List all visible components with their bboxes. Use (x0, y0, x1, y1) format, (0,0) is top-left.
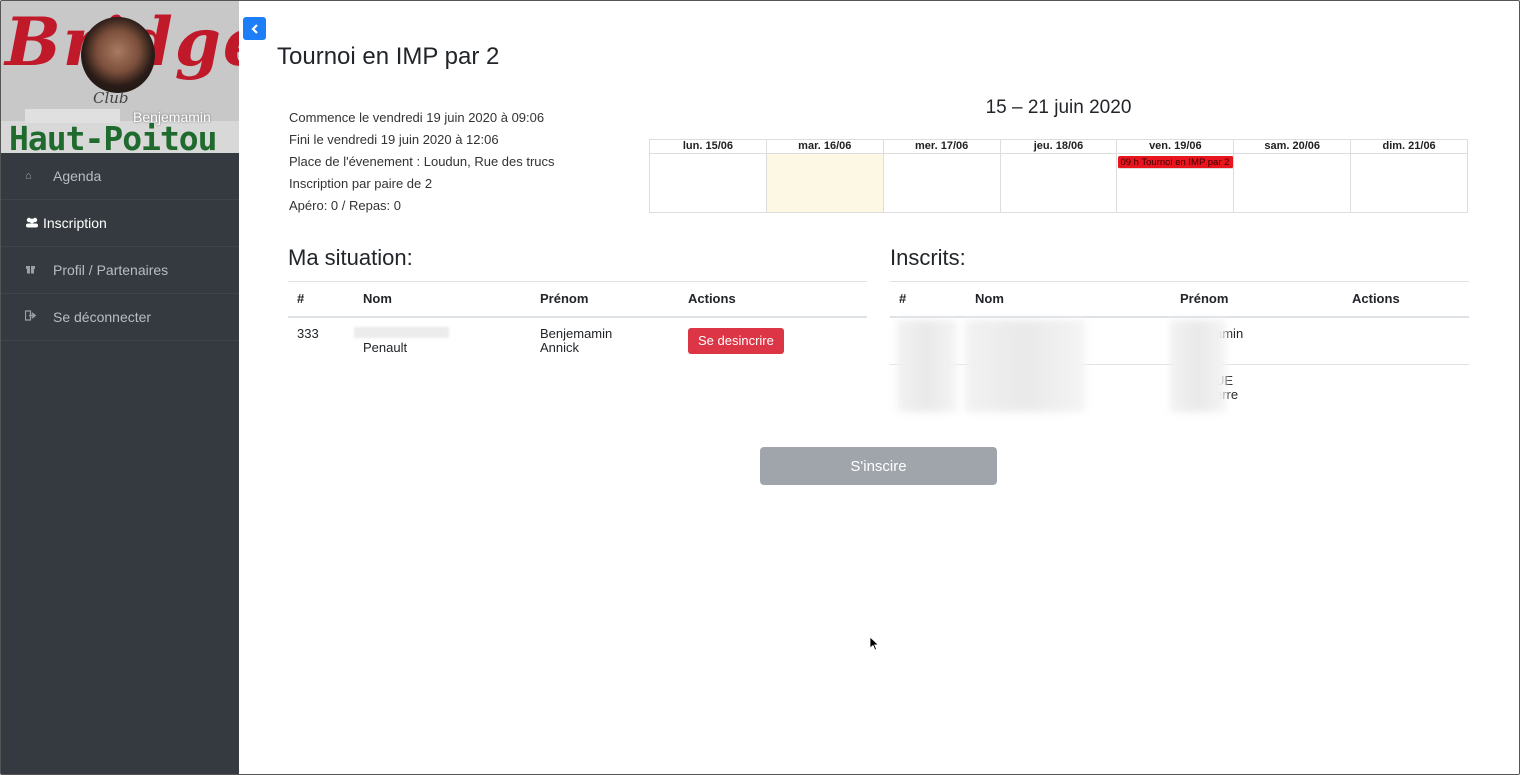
sidebar-item-label: Profil / Partenaires (53, 262, 169, 278)
event-info: Commence le vendredi 19 juin 2020 à 09:0… (289, 108, 555, 218)
users-icon (25, 216, 43, 231)
col-actions: Actions (1343, 281, 1469, 318)
calendar-header: lun. 15/06 mar. 16/06 mer. 17/06 jeu. 18… (650, 140, 1469, 154)
calendar-day-header: sam. 20/06 (1234, 140, 1352, 154)
event-pairs: Inscription par paire de 2 (289, 176, 433, 191)
sign-out-icon (24, 310, 53, 324)
se-desinscrire-button[interactable]: Se desincrire (688, 327, 784, 354)
cell-num: 333 (297, 325, 319, 341)
sidebar-item-label: Se déconnecter (53, 309, 152, 325)
calendar-day-header: mer. 17/06 (883, 140, 1001, 154)
page-title: Tournoi en IMP par 2 (277, 43, 500, 70)
week-calendar: lun. 15/06 mar. 16/06 mer. 17/06 jeu. 18… (649, 139, 1469, 213)
club-logo: Bridge Club Haut-Poitou Benjemamin (1, 1, 239, 153)
ma-situation-table: # Nom Prénom Actions 333 Penault Benjema… (288, 281, 867, 365)
calendar-body: 09 h Tournoi en IMP par 2 (650, 154, 1469, 213)
prenom-1: Benjemamin (540, 325, 613, 341)
mouse-cursor-icon (870, 637, 880, 651)
calendar-title: 15 – 21 juin 2020 (985, 97, 1132, 118)
calendar-day-header: jeu. 18/06 (1000, 140, 1118, 154)
col-prenom: Prénom (1171, 281, 1343, 318)
user-name: Benjemamin (133, 109, 211, 125)
sidebar-item-profil[interactable]: Profil / Partenaires (1, 247, 239, 294)
sidebar-item-label: Inscription (43, 215, 107, 231)
calendar-event[interactable]: 09 h Tournoi en IMP par 2 (1118, 156, 1235, 169)
ma-situation-title: Ma situation: (288, 245, 413, 270)
col-prenom: Prénom (531, 281, 679, 318)
event-start: Commence le vendredi 19 juin 2020 à 09:0… (289, 110, 545, 125)
collapse-sidebar-button[interactable] (243, 17, 266, 40)
redacted-num (897, 320, 957, 412)
calendar-day-cell[interactable] (1234, 154, 1352, 213)
cell-nom: Penault (354, 317, 531, 365)
cell-actions: Se desincrire (679, 317, 867, 365)
redacted-prenom (1170, 320, 1226, 412)
calendar-day-header: dim. 21/06 (1351, 140, 1469, 154)
sidebar-item-logout[interactable]: Se déconnecter (1, 294, 239, 341)
sidebar-item-label: Agenda (53, 168, 102, 184)
event-apero: Apéro: 0 / Repas: 0 (289, 198, 402, 213)
col-num: # (890, 281, 966, 318)
sidebar-item-inscription[interactable]: Inscription (1, 200, 239, 247)
logo-club-text: Club (93, 89, 129, 107)
event-place: Place de l'évenement : Loudun, Rue des t… (289, 154, 555, 169)
event-end: Fini le vendredi 19 juin 2020 à 12:06 (289, 132, 499, 147)
redacted-lastname (25, 109, 120, 123)
calendar-day-cell[interactable] (1351, 154, 1469, 213)
chevron-left-icon (250, 23, 258, 34)
calendar-day-header: ven. 19/06 (1117, 140, 1235, 154)
gift-icon (25, 263, 53, 277)
prenom-2: Annick (540, 339, 580, 355)
nom-partner: Penault (363, 339, 408, 355)
col-num: # (288, 281, 354, 318)
calendar-day-cell[interactable]: 09 h Tournoi en IMP par 2 (1117, 154, 1235, 213)
calendar-day-cell[interactable] (1000, 154, 1118, 213)
inscrits-title: Inscrits: (890, 245, 966, 270)
user-avatar (81, 17, 155, 93)
home-icon: ⌂ (25, 170, 32, 182)
calendar-day-cell[interactable] (650, 154, 767, 213)
col-nom: Nom (966, 281, 1171, 318)
calendar-day-cell-today[interactable] (766, 154, 884, 213)
inscrire-button[interactable]: S'inscire (760, 447, 997, 485)
col-nom: Nom (354, 281, 531, 318)
redacted-nom (965, 320, 1085, 412)
cell-prenom: Benjemamin Annick (531, 317, 679, 365)
sidebar: Bridge Club Haut-Poitou Benjemamin ⌂ Age… (1, 1, 239, 774)
sidebar-item-agenda[interactable]: ⌂ Agenda (1, 153, 239, 200)
calendar-day-cell[interactable] (883, 154, 1001, 213)
redacted-name (354, 326, 449, 338)
calendar-day-header: mar. 16/06 (766, 140, 884, 154)
calendar-day-header: lun. 15/06 (650, 140, 767, 154)
table-row: 333 Penault Benjemamin Annick Se desincr… (288, 317, 867, 365)
col-actions: Actions (679, 281, 867, 318)
